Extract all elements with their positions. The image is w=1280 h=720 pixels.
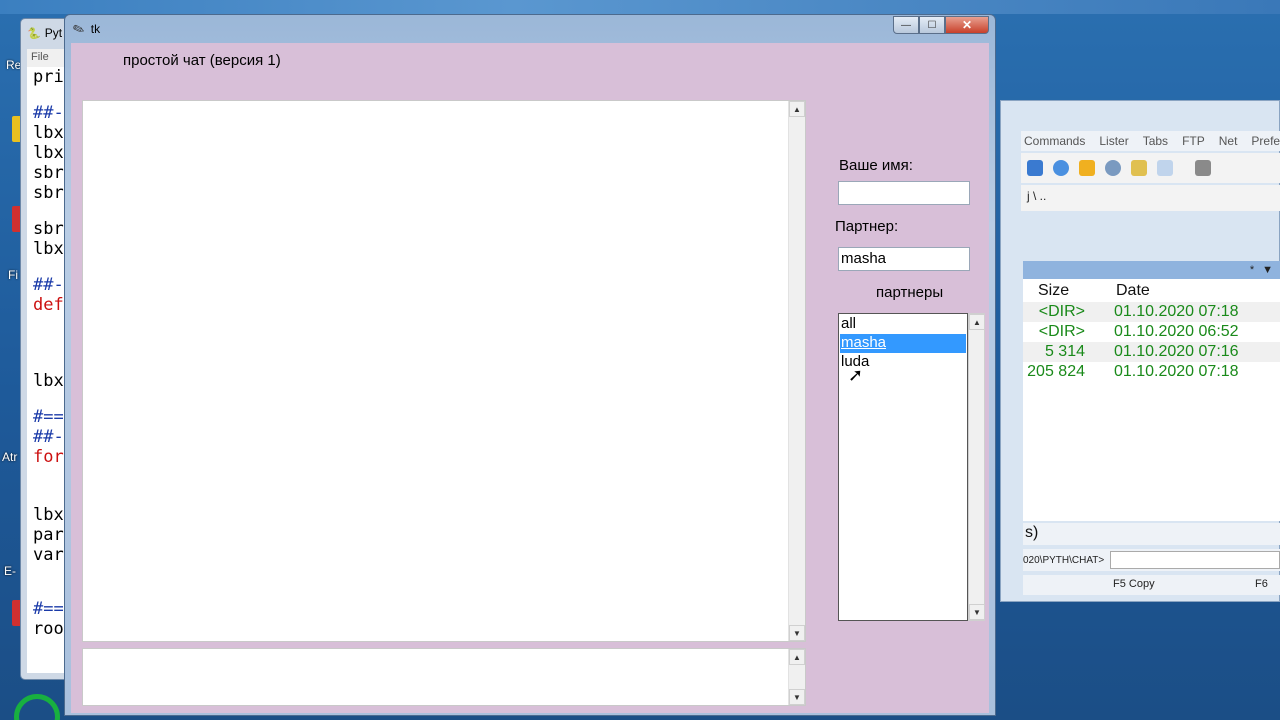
close-button[interactable]: ✕	[945, 16, 989, 34]
search-icon[interactable]	[1105, 160, 1121, 176]
desktop-label: Fi	[8, 268, 18, 282]
code-line: sbr	[33, 183, 64, 203]
table-row[interactable]: <DIR> 01.10.2020 07:18	[1023, 302, 1280, 322]
tray-ring-icon[interactable]	[14, 694, 60, 720]
partner-input[interactable]: masha	[838, 247, 970, 271]
code-line: ##-	[33, 103, 64, 123]
file-manager-window[interactable]: Commands Lister Tabs FTP Net Prefere j \ .. *…	[1000, 100, 1280, 602]
app-heading: простой чат (версия 1)	[123, 52, 281, 69]
maximize-button[interactable]: ☐	[919, 16, 945, 34]
file-size: <DIR>	[1038, 303, 1085, 320]
notes-icon[interactable]	[1131, 160, 1147, 176]
file-size: <DIR>	[1038, 323, 1085, 340]
partners-scrollbar[interactable]: ▲ ▼	[968, 313, 985, 621]
code-line: roo	[33, 619, 64, 639]
file-date: 01.10.2020 07:18	[1114, 363, 1239, 380]
column-size[interactable]: Size	[1038, 282, 1069, 300]
file-date: 01.10.2020 06:52	[1114, 323, 1239, 340]
f6-button[interactable]: F6	[1255, 578, 1268, 590]
star-icon[interactable]: *	[1250, 264, 1254, 276]
code-line: lbx	[33, 505, 64, 525]
menu-item[interactable]: Commands	[1024, 134, 1085, 148]
file-manager-menubar: Commands Lister Tabs FTP Net Prefere	[1021, 131, 1280, 151]
partner-list-item[interactable]: masha	[840, 334, 966, 353]
code-line: lbx	[33, 371, 64, 391]
desktop-label: Atr	[2, 450, 18, 464]
warning-icon[interactable]	[1079, 160, 1095, 176]
window-titlebar: ✎ tk	[70, 19, 101, 39]
code-line: pri	[33, 67, 64, 87]
file-list-panel[interactable]: Size Date <DIR> 01.10.2020 07:18 <DIR> 01.1…	[1023, 279, 1280, 521]
your-name-input[interactable]	[838, 181, 970, 205]
message-scrollbar[interactable]: ▲ ▼	[788, 649, 805, 705]
tk-window[interactable]: ✎ tk — ☐ ✕ простой чат (версия 1) ▲ ▼ ▲ …	[64, 14, 996, 716]
command-line: 020\PYTH\CHAT>	[1023, 549, 1280, 571]
partners-list-label: партнеры	[876, 284, 944, 301]
file-size: 5 314	[1044, 343, 1085, 360]
code-line: par	[33, 525, 64, 545]
command-path: 020\PYTH\CHAT>	[1023, 554, 1105, 566]
column-date[interactable]: Date	[1116, 282, 1150, 300]
path-bar: * ▼	[1023, 261, 1280, 279]
message-input-text[interactable]: ▲ ▼	[82, 648, 806, 706]
scroll-up-arrow-icon[interactable]: ▲	[789, 649, 805, 665]
python-icon: 🐍	[27, 27, 41, 40]
code-line: var	[33, 545, 64, 565]
globe-icon[interactable]	[1053, 160, 1069, 176]
window-title: tk	[90, 22, 101, 36]
file-list-header: Size Date	[1023, 281, 1280, 301]
code-line: def	[33, 295, 64, 315]
code-line: lbx	[33, 239, 64, 259]
chat-scrollbar[interactable]: ▲ ▼	[788, 101, 805, 641]
code-line: #==	[33, 407, 64, 427]
menu-item[interactable]: Lister	[1099, 134, 1128, 148]
menu-item[interactable]: Net	[1219, 134, 1238, 148]
mouse-cursor-icon: ➚	[848, 365, 864, 385]
scroll-down-arrow-icon[interactable]: ▼	[969, 604, 985, 620]
scroll-down-arrow-icon[interactable]: ▼	[789, 625, 805, 641]
code-line: sbr	[33, 163, 64, 183]
file-size: 205 824	[1027, 363, 1085, 380]
file-date: 01.10.2020 07:16	[1114, 343, 1239, 360]
table-row[interactable]: 5 314 01.10.2020 07:16	[1023, 342, 1280, 362]
desktop-label: E-	[4, 564, 16, 578]
partner-list-item[interactable]: all	[840, 315, 966, 334]
code-line: #==	[33, 599, 64, 619]
scroll-up-arrow-icon[interactable]: ▲	[969, 314, 985, 330]
table-row[interactable]: <DIR> 01.10.2020 06:52	[1023, 322, 1280, 342]
tk-client-area: простой чат (версия 1) ▲ ▼ ▲ ▼ Ваше имя:…	[71, 43, 989, 713]
table-row[interactable]: 205 824 01.10.2020 07:18	[1023, 362, 1280, 382]
minimize-button[interactable]: —	[893, 16, 919, 34]
chat-history-text[interactable]: ▲ ▼	[82, 100, 806, 642]
chevron-down-icon[interactable]: ▼	[1262, 264, 1273, 276]
browser-icon[interactable]	[1027, 160, 1043, 176]
code-line: lbx	[33, 143, 64, 163]
menu-item[interactable]: Tabs	[1143, 134, 1168, 148]
desktop-taskbar-strip	[0, 0, 1280, 14]
function-keys: F5 Copy F6	[1023, 575, 1280, 595]
code-line: sbr	[33, 219, 64, 239]
partner-label: Партнер:	[835, 218, 899, 235]
code-line: ##-	[33, 275, 64, 295]
partners-listbox[interactable]: all masha luda	[838, 313, 968, 621]
folder-icon[interactable]	[1157, 160, 1173, 176]
status-text: s)	[1023, 523, 1280, 545]
menu-item[interactable]: Prefere	[1251, 134, 1280, 148]
code-line: ##-	[33, 427, 64, 447]
scroll-up-arrow-icon[interactable]: ▲	[789, 101, 805, 117]
menu-item[interactable]: FTP	[1182, 134, 1205, 148]
code-line: lbx	[33, 123, 64, 143]
file-date: 01.10.2020 07:18	[1114, 303, 1239, 320]
window-controls: — ☐ ✕	[893, 16, 989, 34]
f5-copy-button[interactable]: F5 Copy	[1113, 578, 1155, 590]
file-manager-toolbar	[1021, 153, 1280, 183]
feather-icon: ✎	[70, 19, 87, 39]
image-icon[interactable]	[1195, 160, 1211, 176]
drive-bar[interactable]: j \ ..	[1021, 185, 1280, 211]
scroll-down-arrow-icon[interactable]: ▼	[789, 689, 805, 705]
command-input[interactable]	[1110, 551, 1280, 569]
your-name-label: Ваше имя:	[839, 157, 913, 174]
code-line: for	[33, 447, 64, 467]
